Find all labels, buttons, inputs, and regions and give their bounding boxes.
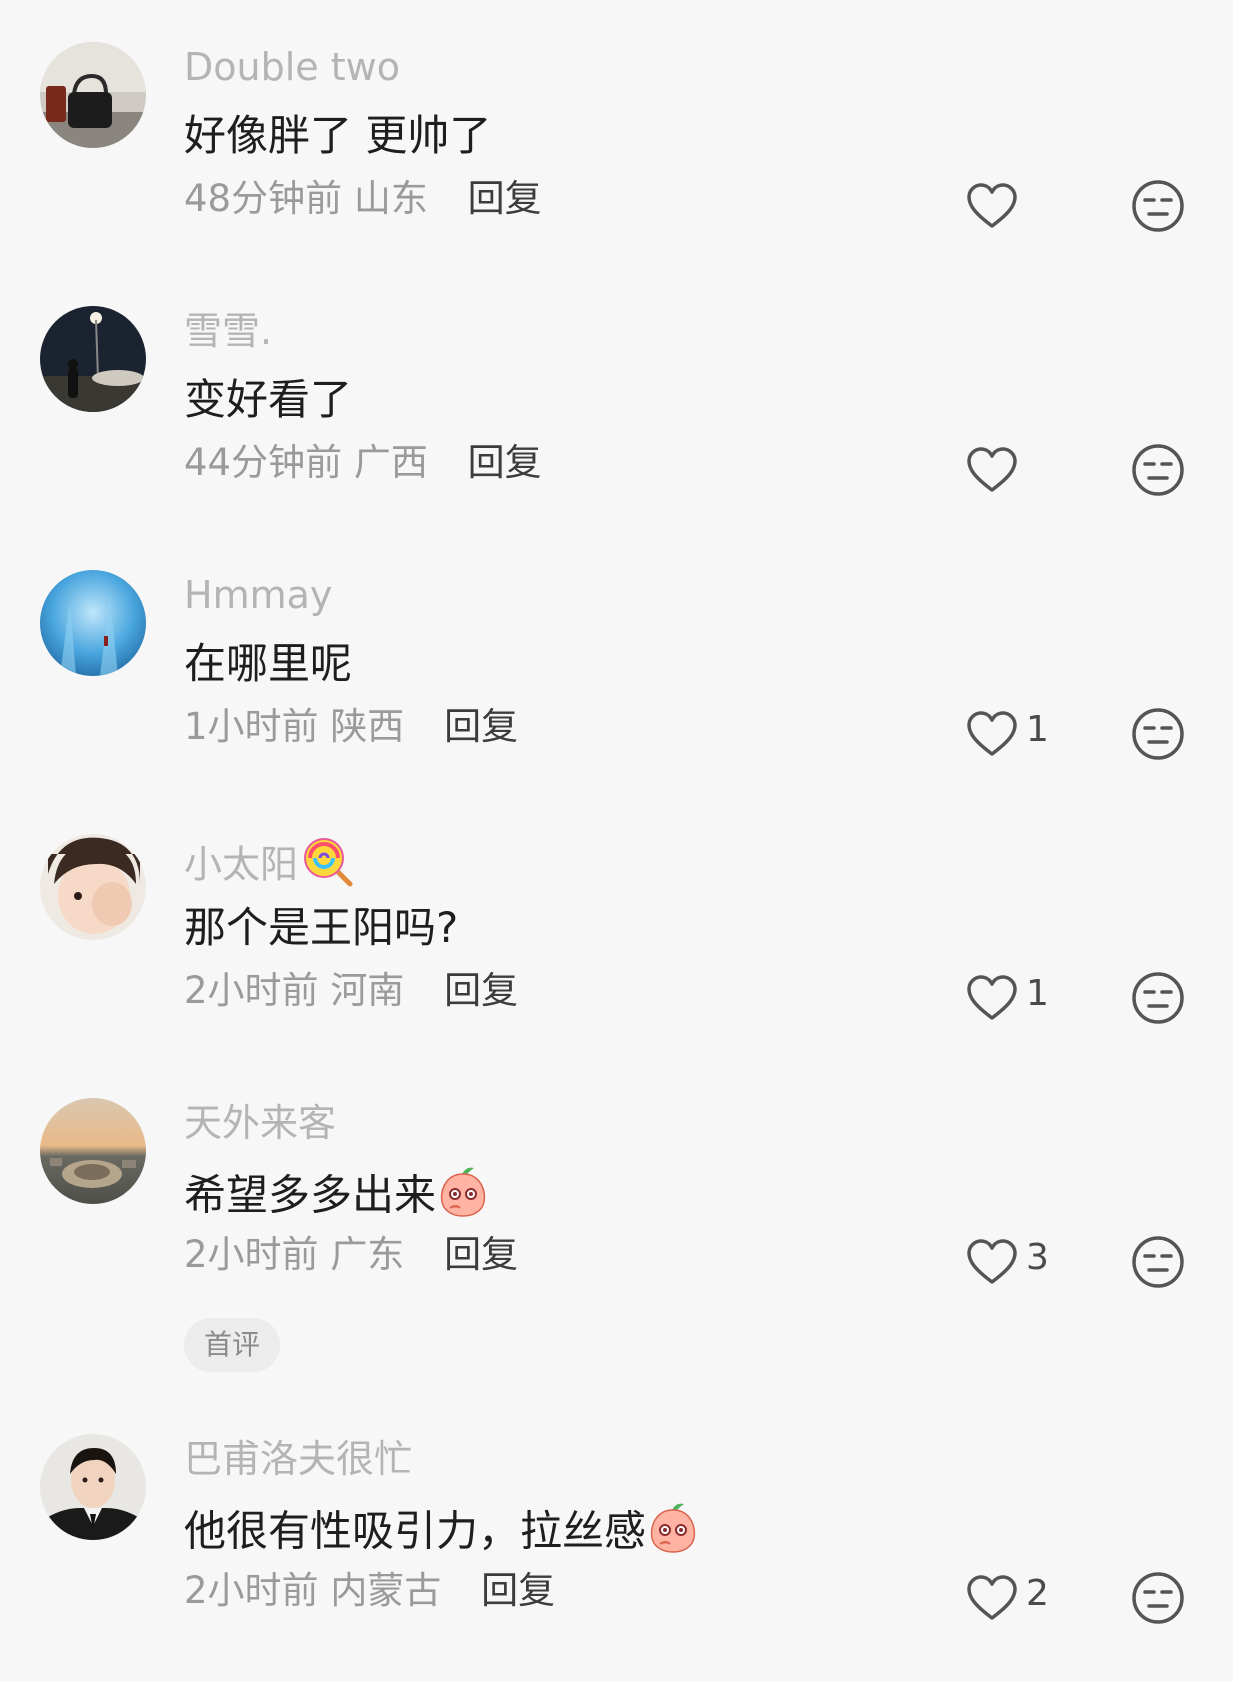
heart-icon <box>967 183 1017 228</box>
comment-time: 44分钟前 <box>184 441 343 484</box>
avatar[interactable] <box>40 1434 146 1540</box>
username[interactable]: Hmmay <box>184 572 332 618</box>
comment-location: 河南 <box>330 969 405 1012</box>
aerial-town-avatar-icon <box>40 1098 146 1204</box>
comment-location: 内蒙古 <box>330 1569 442 1612</box>
handbag-photo-avatar-icon <box>40 42 146 148</box>
dislike-button[interactable] <box>1130 178 1186 234</box>
comment-text: 在哪里呢 <box>184 639 353 688</box>
username[interactable]: 巴甫洛夫很忙 <box>184 1436 412 1482</box>
comment-time: 2小时前 <box>184 1569 319 1612</box>
unamused-face-icon <box>1132 972 1184 1024</box>
heart-icon <box>967 711 1017 756</box>
like-count: 3 <box>1026 1236 1049 1278</box>
dislike-button[interactable] <box>1130 970 1186 1026</box>
like-count: 1 <box>1026 708 1049 750</box>
username-text: 小太阳 <box>184 842 299 887</box>
dislike-button[interactable] <box>1130 706 1186 762</box>
comment-meta: 48分钟前 山东 回复 <box>184 174 542 224</box>
username[interactable]: Double two <box>184 44 400 90</box>
child-photo-avatar-icon <box>40 834 146 940</box>
username[interactable]: 小太阳 <box>184 836 354 898</box>
comment-time: 2小时前 <box>184 1233 319 1276</box>
comment-meta: 1小时前 陕西 回复 <box>184 702 518 752</box>
like-button[interactable]: 1 <box>966 706 1049 762</box>
comment-text: 希望多多出来 <box>184 1164 488 1232</box>
dislike-button[interactable] <box>1130 442 1186 498</box>
username[interactable]: 天外来客 <box>184 1100 336 1146</box>
comment-meta: 2小时前 广东 回复 <box>184 1230 518 1280</box>
avatar[interactable] <box>40 42 146 148</box>
reply-button[interactable]: 回复 <box>468 177 542 220</box>
heart-icon <box>967 1575 1017 1620</box>
heart-icon <box>967 447 1017 492</box>
comment-text: 那个是王阳吗? <box>184 903 459 952</box>
like-button[interactable] <box>966 442 1026 498</box>
reply-button[interactable]: 回复 <box>444 1233 518 1276</box>
like-button[interactable] <box>966 178 1026 234</box>
comment-text-content: 他很有性吸引力，拉丝感 <box>184 1506 647 1556</box>
comment-text: 他很有性吸引力，拉丝感 <box>184 1500 698 1568</box>
lollipop-icon <box>302 836 354 898</box>
first-comment-badge: 首评 <box>184 1318 280 1372</box>
comment-time: 2小时前 <box>184 969 319 1012</box>
peach-blush-icon <box>648 1500 698 1568</box>
unamused-face-icon <box>1132 180 1184 232</box>
reply-button[interactable]: 回复 <box>444 969 518 1012</box>
comment-time: 48分钟前 <box>184 177 343 220</box>
peach-blush-icon <box>438 1164 488 1232</box>
comment-text: 好像胖了 更帅了 <box>184 111 492 160</box>
username[interactable]: 雪雪. <box>184 308 272 354</box>
comment-meta: 2小时前 河南 回复 <box>184 966 518 1016</box>
heart-icon <box>967 975 1017 1020</box>
comment-location: 山东 <box>353 177 428 220</box>
like-count: 1 <box>1026 972 1049 1014</box>
unamused-face-icon <box>1132 1572 1184 1624</box>
comment-meta: 44分钟前 广西 回复 <box>184 438 542 488</box>
like-count: 2 <box>1026 1572 1049 1614</box>
comment-time: 1小时前 <box>184 705 319 748</box>
reply-button[interactable]: 回复 <box>481 1569 555 1612</box>
night-street-avatar-icon <box>40 306 146 412</box>
avatar[interactable] <box>40 570 146 676</box>
like-button[interactable]: 1 <box>966 970 1049 1026</box>
dislike-button[interactable] <box>1130 1234 1186 1290</box>
comment-text: 变好看了 <box>184 375 353 424</box>
comment-location: 广东 <box>330 1233 405 1276</box>
reply-button[interactable]: 回复 <box>444 705 518 748</box>
comment-location: 陕西 <box>330 705 405 748</box>
dislike-button[interactable] <box>1130 1570 1186 1626</box>
like-button[interactable]: 3 <box>966 1234 1049 1290</box>
blue-water-avatar-icon <box>40 570 146 676</box>
reply-button[interactable]: 回复 <box>468 441 542 484</box>
avatar[interactable] <box>40 834 146 940</box>
man-suit-avatar-icon <box>40 1434 146 1540</box>
avatar[interactable] <box>40 1098 146 1204</box>
comment-meta: 2小时前 内蒙古 回复 <box>184 1566 555 1616</box>
comment-text-content: 希望多多出来 <box>184 1170 437 1220</box>
comment-location: 广西 <box>353 441 428 484</box>
avatar[interactable] <box>40 306 146 412</box>
unamused-face-icon <box>1132 444 1184 496</box>
unamused-face-icon <box>1132 708 1184 760</box>
unamused-face-icon <box>1132 1236 1184 1288</box>
like-button[interactable]: 2 <box>966 1570 1049 1626</box>
heart-icon <box>967 1239 1017 1284</box>
